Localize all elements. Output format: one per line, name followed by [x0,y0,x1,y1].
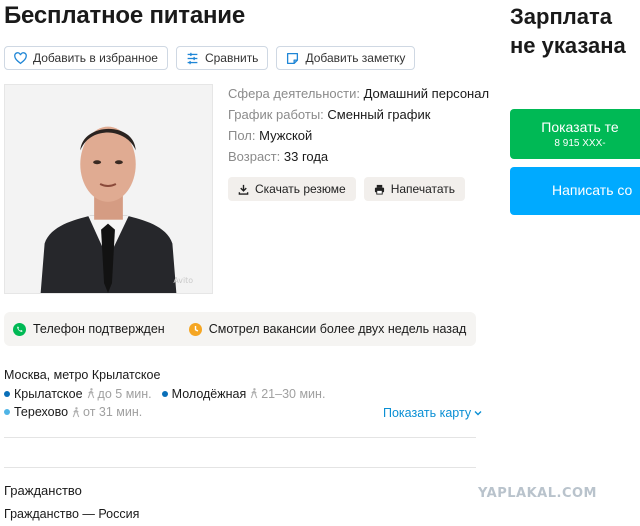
schedule-value: Сменный график [327,107,431,122]
watermark: YAPLAKAL.COM [478,486,597,501]
add-favorite-button[interactable]: Добавить в избранное [4,46,168,70]
info-sphere: Сфера деятельности: Домашний персонал [228,83,489,104]
svg-text:Avito: Avito [173,276,193,285]
divider [4,467,476,468]
salary-value: не указана [510,33,626,58]
metro-name: Молодёжная [171,386,247,401]
download-icon [238,184,249,195]
metro-terekhovo: Терехово от 31 мин. [4,403,142,422]
schedule-label: График работы: [228,107,324,122]
last-seen-text: Смотрел вакансии более двух недель назад [208,322,467,336]
walk-time: от 31 мин. [71,403,142,422]
download-resume-button[interactable]: Скачать резюме [228,177,356,201]
info-gender: Пол: Мужской [228,125,489,146]
show-phone-button[interactable]: Показать те 8 915 XXX- [510,109,640,159]
chevron-down-icon [474,411,482,416]
metro-krylatskoe: Крылатское до 5 мин. [4,385,152,404]
show-map-label: Показать карту [383,406,472,420]
compare-icon [187,52,198,64]
heart-icon [14,51,27,64]
download-resume-label: Скачать резюме [255,182,346,196]
citizenship-text: Гражданство — Россия [4,507,140,521]
location-city: Москва, метро Крылатское [4,368,161,382]
candidate-info: Сфера деятельности: Домашний персонал Гр… [228,83,489,167]
age-value: 33 года [283,149,329,164]
phone-confirmed-status: Телефон подтвержден [13,322,165,336]
metro-name: Крылатское [14,386,83,401]
salary-block: Зарплата не указана [510,2,626,60]
age-label: Возраст: [228,149,281,164]
metro-line-dot [4,409,10,416]
note-icon [287,52,299,64]
info-schedule: График работы: Сменный график [228,104,489,125]
metro-line-dot [4,390,10,397]
write-message-label: Написать со [552,182,633,198]
status-bar: Телефон подтвержден Смотрел вакансии бол… [4,312,476,346]
sphere-label: Сфера деятельности: [228,86,360,101]
salary-label: Зарплата [510,4,612,29]
print-label: Напечатать [390,182,456,196]
metro-line-1: Крылатское до 5 мин. Молодёжная 21–30 ми… [4,385,325,404]
gender-value: Мужской [259,128,313,143]
sphere-value: Домашний персонал [363,86,490,101]
last-seen-status: Смотрел вакансии более двух недель назад [188,322,467,336]
phone-confirmed-text: Телефон подтвержден [33,322,165,336]
walk-time-text: 21–30 мин. [261,386,326,401]
gender-label: Пол: [228,128,256,143]
metro-line-2: Терехово от 31 мин. [4,403,325,422]
printer-icon [374,184,384,195]
walk-time: 21–30 мин. [249,385,325,404]
resume-actions: Скачать резюме Напечатать [228,177,466,201]
metro-molodezhnaya: Молодёжная 21–30 мин. [161,385,325,404]
walk-time-text: до 5 мин. [97,386,152,401]
add-note-label: Добавить заметку [305,51,406,65]
compare-label: Сравнить [204,51,259,65]
walk-icon [87,388,94,399]
add-note-button[interactable]: Добавить заметку [276,46,416,70]
walk-time-text: от 31 мин. [83,405,143,419]
resume-toolbar: Добавить в избранное Сравнить Добавить з… [4,46,416,70]
location-block: Москва, метро Крылатское Крылатское до 5… [4,366,325,422]
phone-check-icon [13,322,26,336]
clock-icon [188,322,202,336]
write-message-button[interactable]: Написать со [510,167,640,215]
walk-time: до 5 мин. [86,385,152,404]
phone-masked: 8 915 XXX- [554,138,606,149]
info-age: Возраст: 33 года [228,146,489,167]
metro-line-dot [161,390,168,397]
candidate-photo-image: Avito [5,85,212,293]
candidate-photo: Avito [4,84,213,294]
show-phone-label: Показать те [541,119,619,135]
show-map-link[interactable]: Показать карту [383,406,482,420]
metro-name: Терехово [14,405,69,419]
print-button[interactable]: Напечатать [363,177,466,201]
page-title: Бесплатное питание [4,2,245,29]
compare-button[interactable]: Сравнить [175,46,269,70]
walk-icon [250,388,258,399]
walk-icon [72,406,80,418]
divider [4,437,476,438]
citizenship-title: Гражданство [4,483,82,498]
add-favorite-label: Добавить в избранное [33,51,158,65]
